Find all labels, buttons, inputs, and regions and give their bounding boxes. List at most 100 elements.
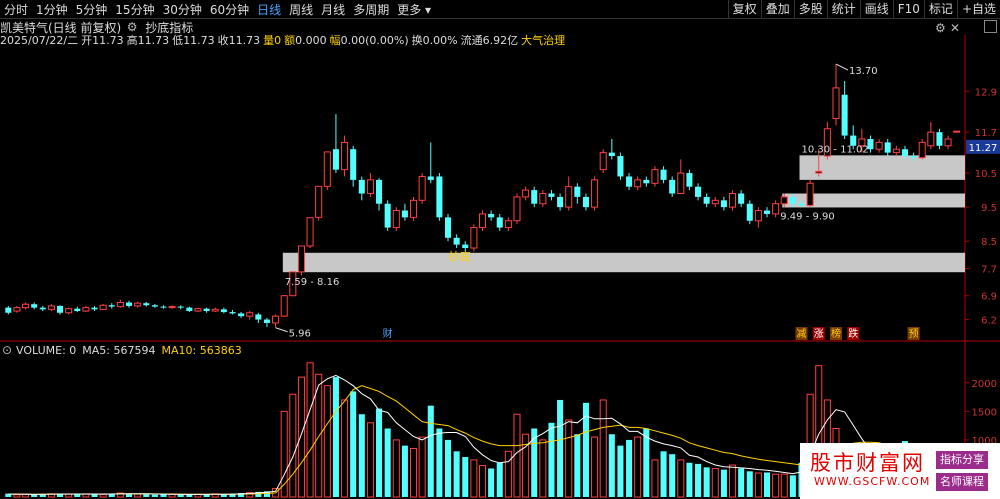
volume-bar-24 <box>211 493 219 498</box>
tab-8[interactable]: 月线 <box>317 1 349 18</box>
low-label: 低 <box>172 34 184 47</box>
volume-bar-8 <box>74 494 81 497</box>
tab-1[interactable]: 1分钟 <box>32 1 72 18</box>
volume-bar-44 <box>384 428 391 497</box>
candle-body-75 <box>651 169 659 184</box>
volume-bar-27 <box>238 493 245 497</box>
volume-bar-15 <box>134 493 142 498</box>
volume-bar-20 <box>177 494 184 497</box>
last-price-tag-bg <box>966 139 1000 154</box>
volume-bar-72 <box>626 439 633 497</box>
high-label: 高 <box>126 34 138 47</box>
high-marker-label: 13.70 <box>849 66 878 77</box>
low-marker-label: 5.96 <box>289 329 311 340</box>
price-tick-label-6: 6.9 <box>981 292 997 303</box>
candle-body-10 <box>91 307 98 310</box>
candle-body-5 <box>47 305 55 310</box>
volume-bar-41 <box>358 414 365 497</box>
volume-bar-57 <box>496 462 503 497</box>
candle-body-45 <box>392 210 400 229</box>
volume-bar-84 <box>729 464 737 498</box>
high-marker-arrow <box>835 63 849 71</box>
candle-body-43 <box>376 179 383 204</box>
tool-button-5[interactable]: F10 <box>892 0 924 18</box>
volume-bar-16 <box>143 494 150 497</box>
volume-bar-62 <box>539 439 547 498</box>
concept-tag[interactable]: 大气治理 <box>521 32 565 48</box>
volume-bar-85 <box>738 468 745 497</box>
tool-button-7[interactable]: +自选 <box>956 0 1000 18</box>
volume-value-label: VOLUME: 0 <box>16 343 77 357</box>
volume-bar-36 <box>315 373 323 498</box>
candle-body-63 <box>548 193 555 197</box>
tab-10[interactable]: 更多 ▾ <box>393 1 433 18</box>
candle-body-62 <box>539 193 547 205</box>
candle-body-35 <box>306 217 314 247</box>
candle-body-92 <box>798 203 805 206</box>
candle-body-28 <box>246 312 254 317</box>
tab-0[interactable]: 分时 <box>0 1 32 18</box>
candle-body-26 <box>229 312 236 314</box>
candle-body-18 <box>160 306 167 308</box>
tool-button-4[interactable]: 画线 <box>859 0 893 18</box>
event-marker-bg-3 <box>829 327 842 340</box>
candle-body-47 <box>410 199 418 218</box>
candle-body-9 <box>82 307 90 312</box>
volume-bar-64 <box>557 399 564 497</box>
volume-bar-51 <box>444 439 452 497</box>
window-icon[interactable] <box>984 20 997 33</box>
tab-3[interactable]: 15分钟 <box>111 1 158 18</box>
candle-body-44 <box>384 203 391 228</box>
volume-bar-81 <box>703 467 710 497</box>
turnover-value: 0.00% <box>422 34 458 47</box>
candle-body-2 <box>22 303 30 309</box>
candle-body-42 <box>366 179 374 194</box>
volume-bar-47 <box>410 447 418 498</box>
volume-bar-75 <box>651 459 659 498</box>
gear-icon[interactable]: ⚙ <box>935 21 946 35</box>
tab-9[interactable]: 多周期 <box>349 1 393 18</box>
candle-body-7 <box>65 308 73 314</box>
tool-button-2[interactable]: 多股 <box>793 0 827 18</box>
candle-body-76 <box>660 169 667 180</box>
tab-5[interactable]: 60分钟 <box>206 1 253 18</box>
volume-bar-78 <box>677 459 685 498</box>
volume-bar-46 <box>401 445 408 497</box>
volume-tick-label-0: 2000 <box>972 379 997 390</box>
candle-body-72 <box>626 176 633 187</box>
candle-body-67 <box>582 196 589 208</box>
volume-bar-38 <box>332 377 339 497</box>
period-toolbar: 分时 1分钟 5分钟 15分钟 30分钟 60分钟 日线 周线 月线 多周期 更多 ▾ 复权 叠加 多股… <box>0 0 1000 19</box>
volume-bar-37 <box>323 385 331 498</box>
candle-body-95 <box>823 128 831 157</box>
close-icon[interactable]: ✕ <box>950 21 960 35</box>
collapse-icon[interactable]: ⊙ <box>0 343 14 357</box>
volume-header: ⊙ VOLUME: 0 MA5: 567594 MA10: 563863 <box>0 343 242 357</box>
volume-bar-28 <box>246 491 254 498</box>
tool-button-0[interactable]: 复权 <box>727 0 761 18</box>
tab-2[interactable]: 5分钟 <box>72 1 112 18</box>
candle-body-3 <box>31 304 38 308</box>
tool-button-1[interactable]: 叠加 <box>760 0 794 18</box>
ma5-value-label: MA5: 567594 <box>82 343 156 357</box>
candle-body-39 <box>341 141 349 171</box>
candle-body-109 <box>944 138 952 147</box>
candle-body-6 <box>57 305 64 313</box>
candle-body-20 <box>177 306 184 308</box>
candle-body-8 <box>74 308 81 312</box>
watermark-title: 股市财富网 <box>810 451 925 475</box>
tool-buttons: 复权 叠加 多股 统计 画线 F10 标记 +自选 <box>727 0 1000 18</box>
candle-body-59 <box>513 196 521 222</box>
tool-button-6[interactable]: 标记 <box>923 0 957 18</box>
tool-button-3[interactable]: 统计 <box>826 0 860 18</box>
candle-body-50 <box>436 176 443 218</box>
candle-body-37 <box>323 151 331 187</box>
tab-7[interactable]: 周线 <box>285 1 317 18</box>
candle-body-70 <box>608 152 615 157</box>
candle-body-89 <box>772 203 780 215</box>
candle-body-78 <box>677 172 685 194</box>
volume-bar-1 <box>13 494 21 498</box>
tab-6[interactable]: 日线 <box>253 1 285 18</box>
tab-4[interactable]: 30分钟 <box>159 1 206 18</box>
candle-body-41 <box>358 179 365 194</box>
